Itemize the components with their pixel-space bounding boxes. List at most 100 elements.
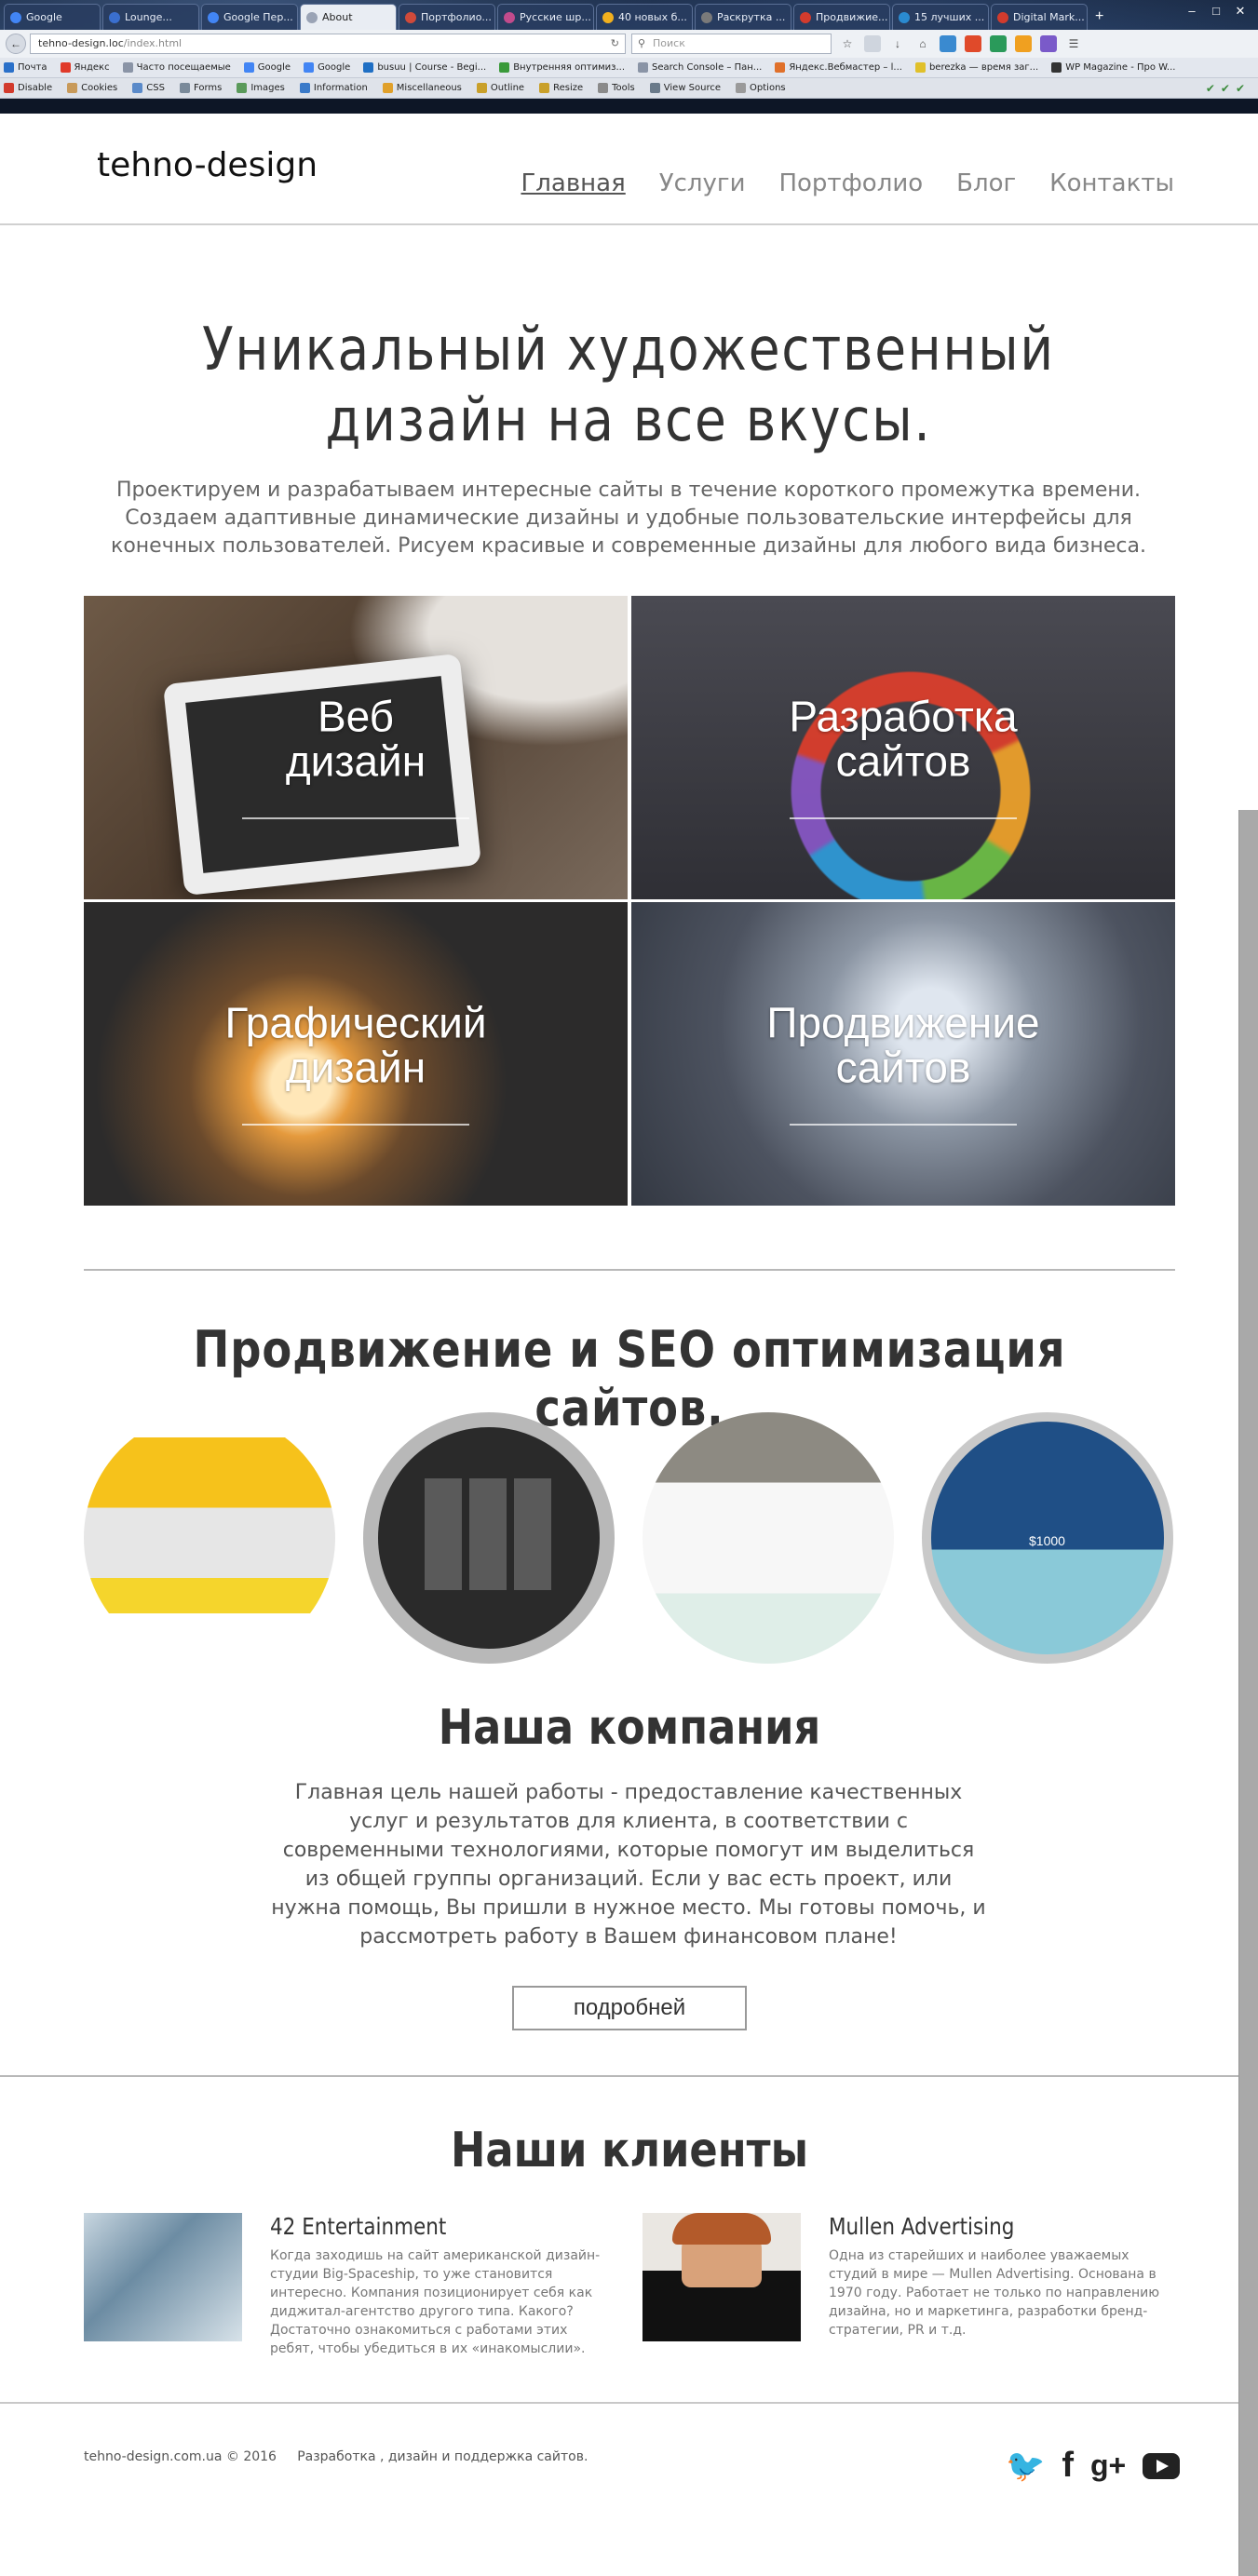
site-logo[interactable]: tehno-design [97, 146, 318, 184]
client-name[interactable]: 42 Entertainment [270, 2213, 446, 2240]
dev-label: Outline [490, 83, 525, 93]
bookmark-item[interactable]: busuu | Course - Begi... [363, 62, 486, 73]
close-icon[interactable]: ✕ [1228, 2, 1252, 20]
star-icon[interactable]: ☆ [839, 35, 856, 52]
bookmark-label: Внутренняя оптимиз... [513, 62, 625, 73]
web-developer-toolbar: Disable Cookies CSS Forms Images Informa… [0, 78, 1258, 99]
extension-icon[interactable] [1040, 35, 1057, 52]
dev-item[interactable]: CSS [132, 83, 165, 93]
dev-item[interactable]: Cookies [67, 83, 117, 93]
address-bar[interactable]: tehno-design.loc/index.html ↻ [30, 34, 626, 54]
home-icon[interactable]: ⌂ [914, 35, 931, 52]
bookmark-item[interactable]: Часто посещаемые [122, 62, 231, 73]
reload-icon[interactable]: ↻ [611, 34, 619, 53]
client-card: Mullen Advertising Одна из старейших и н… [643, 2213, 1164, 2343]
more-button[interactable]: подробней [512, 1986, 747, 2030]
tab-digital-marketing[interactable]: Digital Mark... [991, 4, 1088, 30]
tab-seo[interactable]: Продвижие... [793, 4, 890, 30]
service-label: Разработка сайтов [631, 694, 1175, 783]
tab-google-translate[interactable]: Google Пер... [201, 4, 298, 30]
bookmark-item[interactable]: Google [304, 62, 350, 73]
tab-fonts[interactable]: Русские шр... [497, 4, 594, 30]
youtube-icon[interactable] [1143, 2452, 1181, 2479]
bookmark-label: busuu | Course - Begi... [377, 62, 487, 73]
browser-chrome: Google Lounge... Google Пер... About Пор… [0, 0, 1258, 114]
service-seo-promotion[interactable]: Продвижение сайтов [631, 902, 1175, 1206]
service-graphic-design[interactable]: Графический дизайн [84, 902, 628, 1206]
social-links: 🐦 f g+ [1006, 2446, 1197, 2486]
bookmark-item[interactable]: Яндекс [60, 62, 110, 73]
dev-item[interactable]: Options [736, 83, 786, 93]
nav-contacts[interactable]: Контакты [1049, 169, 1174, 197]
portfolio-travel[interactable]: $1000 [922, 1412, 1173, 1664]
extension-icon[interactable] [1015, 35, 1032, 52]
dev-label: Options [750, 83, 786, 93]
nav-portfolio[interactable]: Портфолио [778, 169, 923, 197]
tab-about[interactable]: About [300, 4, 397, 30]
client-thumbnail[interactable] [84, 2213, 242, 2341]
cookie-icon [67, 83, 78, 93]
new-tab-button[interactable]: + [1095, 4, 1103, 30]
menu-icon[interactable]: ☰ [1065, 35, 1082, 52]
service-underline [790, 1124, 1017, 1126]
tab-google[interactable]: Google [4, 4, 101, 30]
navigation-bar: ← tehno-design.loc/index.html ↻ ⚲ Поиск … [0, 30, 1258, 58]
bookmark-item[interactable]: Google [243, 62, 291, 73]
resize-icon [539, 83, 550, 93]
dev-item[interactable]: Tools [598, 83, 635, 93]
tab-15-best[interactable]: 15 лучших ... [892, 4, 989, 30]
service-label: Графический дизайн [84, 1000, 628, 1089]
site-icon [405, 11, 416, 23]
portfolio-taxi[interactable] [84, 1412, 335, 1664]
dev-item[interactable]: Disable [4, 83, 52, 93]
bookmark-item[interactable]: WP Magazine - Про W... [1051, 62, 1175, 73]
bookmark-item[interactable]: Почта [4, 62, 47, 73]
busuu-icon [363, 62, 374, 73]
service-web-design[interactable]: Веб дизайн [84, 596, 628, 899]
facebook-icon[interactable]: f [1062, 2446, 1074, 2486]
dev-item[interactable]: Miscellaneous [382, 83, 462, 93]
client-name[interactable]: Mullen Advertising [829, 2213, 1014, 2240]
bookmark-item[interactable]: berezka — время заг... [914, 62, 1038, 73]
clipboard-icon[interactable] [864, 35, 881, 52]
bookmark-item[interactable]: Внутренняя оптимиз... [499, 62, 625, 73]
url-host: tehno-design.loc [38, 37, 124, 49]
portfolio-gallery[interactable] [363, 1412, 615, 1664]
client-description: Одна из старейших и наиболее уважаемых с… [829, 2248, 1160, 2338]
nav-blog[interactable]: Блог [956, 169, 1016, 197]
extension-icon[interactable] [990, 35, 1007, 52]
portfolio-marathon[interactable] [643, 1412, 894, 1664]
dev-item[interactable]: Resize [539, 83, 583, 93]
google-plus-icon[interactable]: g+ [1090, 2448, 1126, 2483]
dev-item[interactable]: Outline [476, 83, 525, 93]
maximize-icon[interactable]: □ [1204, 2, 1228, 20]
portfolio-circles: $1000 [84, 1412, 1175, 1668]
bookmark-label: Яндекс.Вебмастер – l... [789, 62, 902, 73]
twitter-icon[interactable]: 🐦 [1006, 2448, 1045, 2485]
section-divider [84, 1269, 1175, 1271]
minimize-icon[interactable]: – [1180, 2, 1204, 20]
client-thumbnail[interactable] [643, 2213, 801, 2341]
search-input[interactable]: ⚲ Поиск [631, 34, 832, 54]
dev-item[interactable]: Information [299, 83, 368, 93]
bookmark-label: Почта [18, 62, 47, 73]
back-icon[interactable]: ← [6, 34, 26, 54]
dev-item[interactable]: Images [237, 83, 285, 93]
extension-icon[interactable] [965, 35, 981, 52]
extension-icon[interactable] [940, 35, 956, 52]
tab-lounge[interactable]: Lounge... [102, 4, 199, 30]
bookmark-item[interactable]: Яндекс.Вебмастер – l... [775, 62, 902, 73]
tab-portfolio[interactable]: Портфолио... [399, 4, 495, 30]
forms-icon [179, 83, 190, 93]
bookmark-item[interactable]: Search Console – Пан... [638, 62, 762, 73]
dev-item[interactable]: Forms [179, 83, 222, 93]
scrollbar[interactable] [1238, 810, 1258, 2576]
nav-home[interactable]: Главная [521, 169, 625, 197]
tab-label: Раскрутка ... [717, 11, 786, 23]
dev-item[interactable]: View Source [649, 83, 721, 93]
tab-40-new[interactable]: 40 новых б... [596, 4, 693, 30]
tab-promotion[interactable]: Раскрутка ... [695, 4, 791, 30]
service-web-development[interactable]: Разработка сайтов [631, 596, 1175, 899]
nav-services[interactable]: Услуги [659, 169, 746, 197]
download-icon[interactable]: ↓ [889, 35, 906, 52]
